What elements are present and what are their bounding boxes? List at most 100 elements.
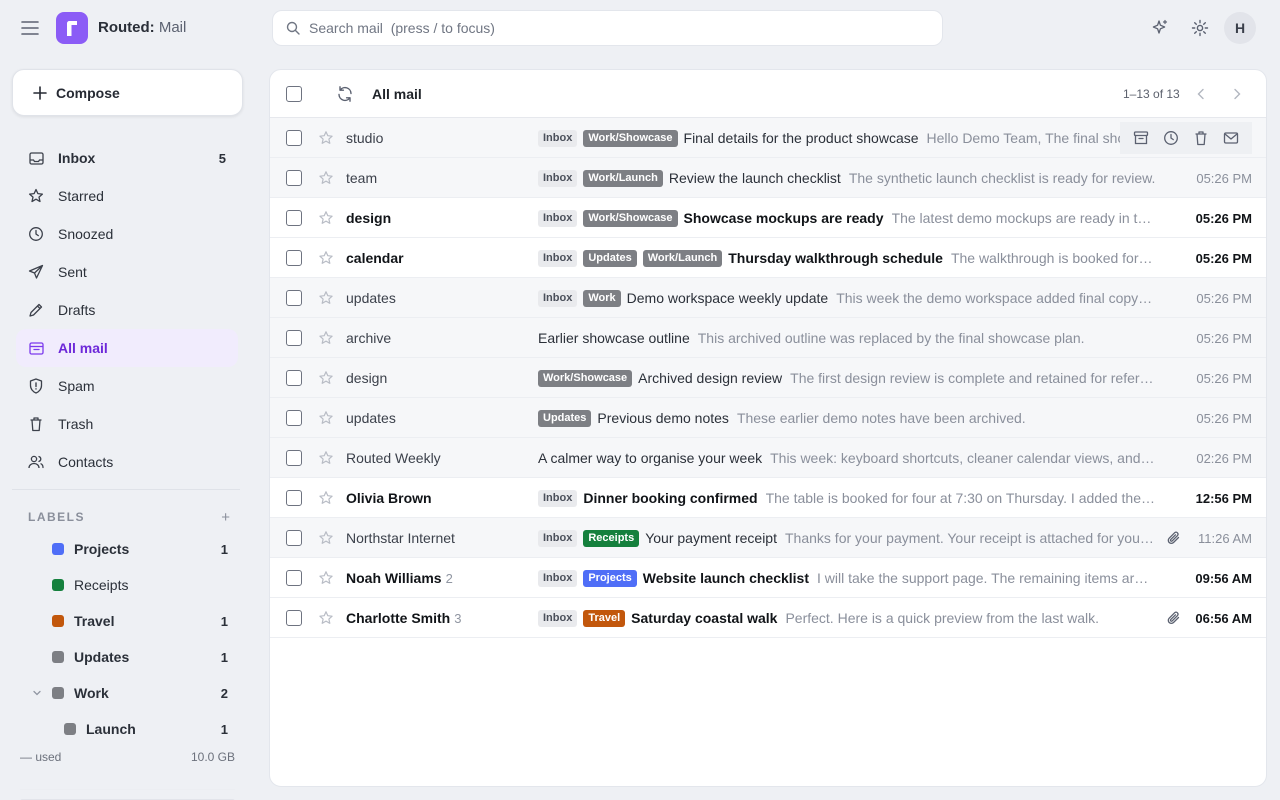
label-tag[interactable]: Inbox — [538, 609, 578, 627]
label-tag[interactable]: Receipts — [583, 529, 640, 547]
folder-title: All mail — [372, 86, 422, 102]
label-tag[interactable]: Inbox — [538, 569, 578, 587]
mail-row[interactable]: Charlotte Smith 3 Inbox Travel Saturday coas… — [270, 598, 1266, 638]
label-tag[interactable]: Updates — [583, 249, 637, 267]
add-label-button[interactable]: + — [221, 509, 230, 526]
chevron-down-icon[interactable] — [32, 688, 44, 698]
mail-row[interactable]: studio Inbox Work/Showcase Final details fo… — [270, 118, 1266, 158]
row-checkbox[interactable] — [286, 450, 302, 466]
label-tag[interactable]: Work — [583, 289, 621, 307]
sidebar-item-drafts[interactable]: Drafts — [16, 291, 238, 329]
menu-icon[interactable] — [18, 16, 42, 40]
search-input[interactable] — [309, 20, 909, 36]
label-item-launch[interactable]: Launch 1 — [64, 715, 228, 743]
label-tag[interactable]: Work/Launch — [583, 169, 663, 187]
label-name: Launch — [86, 721, 136, 737]
row-checkbox[interactable] — [286, 250, 302, 266]
mail-row[interactable]: Routed Weekly A calmer way to organise yo… — [270, 438, 1266, 478]
mail-row[interactable]: Olivia Brown Inbox Dinner booking confirme… — [270, 478, 1266, 518]
mail-row[interactable]: updates Updates Previous demo notes These e… — [270, 398, 1266, 438]
sparkle-icon[interactable] — [1148, 16, 1172, 40]
star-icon[interactable] — [318, 410, 334, 426]
star-icon[interactable] — [318, 610, 334, 626]
sidebar-item-contacts[interactable]: Contacts — [16, 443, 238, 481]
label-item-work[interactable]: Work 2 — [32, 679, 228, 707]
sidebar-item-inbox[interactable]: Inbox 5 — [16, 139, 238, 177]
row-checkbox[interactable] — [286, 530, 302, 546]
row-checkbox[interactable] — [286, 130, 302, 146]
trash-icon[interactable] — [1192, 129, 1210, 147]
app-logo[interactable] — [56, 12, 88, 44]
chevron-right-icon[interactable] — [1228, 85, 1246, 103]
row-checkbox[interactable] — [286, 170, 302, 186]
mark-unread-icon[interactable] — [1222, 129, 1240, 147]
sidebar-item-spam[interactable]: Spam — [16, 367, 238, 405]
sender-name: Northstar Internet — [346, 530, 455, 546]
label-item-travel[interactable]: Travel 1 — [52, 607, 228, 635]
star-icon[interactable] — [318, 130, 334, 146]
label-tag[interactable]: Travel — [583, 609, 626, 627]
mail-time: 12:56 PM — [1195, 491, 1252, 506]
snooze-icon[interactable] — [1162, 129, 1180, 147]
mail-row[interactable]: design Work/Showcase Archived design revie… — [270, 358, 1266, 398]
row-checkbox[interactable] — [286, 610, 302, 626]
label-tag[interactable]: Inbox — [538, 489, 578, 507]
mail-row[interactable]: design Inbox Work/Showcase Showcase mockups… — [270, 198, 1266, 238]
label-tag[interactable]: Inbox — [538, 289, 578, 307]
mail-snippet: Perfect. Here is a quick preview from th… — [785, 610, 1100, 626]
label-count: 1 — [220, 613, 228, 629]
sender-name: Olivia Brown — [346, 490, 432, 506]
mail-row[interactable]: updates Inbox Work Demo workspace weekly up… — [270, 278, 1266, 318]
mail-row[interactable]: Noah Williams 2 Inbox Projects Website launc… — [270, 558, 1266, 598]
label-tag[interactable]: Inbox — [538, 209, 578, 227]
label-item-projects[interactable]: Projects 1 — [52, 535, 228, 563]
label-tag[interactable]: Work/Showcase — [583, 209, 678, 227]
archive-icon[interactable] — [1132, 129, 1150, 147]
star-icon[interactable] — [318, 250, 334, 266]
star-icon[interactable] — [318, 450, 334, 466]
star-icon[interactable] — [318, 370, 334, 386]
label-tag[interactable]: Inbox — [538, 529, 578, 547]
sidebar-item-snoozed[interactable]: Snoozed — [16, 215, 238, 253]
label-item-receipts[interactable]: Receipts — [52, 571, 228, 599]
row-checkbox[interactable] — [286, 490, 302, 506]
mail-row[interactable]: calendar Inbox Updates Work/Launch Thursday … — [270, 238, 1266, 278]
mail-row[interactable]: Northstar Internet Inbox Receipts Your paym… — [270, 518, 1266, 558]
star-icon[interactable] — [318, 570, 334, 586]
mail-row[interactable]: archive Earlier showcase outline This arch… — [270, 318, 1266, 358]
mail-row[interactable]: team Inbox Work/Launch Review the launch ch… — [270, 158, 1266, 198]
label-tag[interactable]: Work/Showcase — [583, 129, 678, 147]
row-checkbox[interactable] — [286, 210, 302, 226]
avatar[interactable]: H — [1224, 12, 1256, 44]
label-tag[interactable]: Work/Launch — [642, 249, 723, 267]
row-checkbox[interactable] — [286, 290, 302, 306]
star-icon[interactable] — [318, 330, 334, 346]
star-icon[interactable] — [318, 170, 334, 186]
row-checkbox[interactable] — [286, 410, 302, 426]
refresh-icon[interactable] — [336, 85, 354, 103]
star-icon[interactable] — [318, 290, 334, 306]
label-tag[interactable]: Inbox — [538, 129, 578, 147]
sidebar-item-trash[interactable]: Trash — [16, 405, 238, 443]
label-tag[interactable]: Work/Showcase — [538, 369, 633, 387]
search-bar[interactable] — [272, 10, 943, 46]
sidebar-divider — [12, 489, 240, 490]
compose-button[interactable]: Compose — [12, 69, 243, 116]
label-tag[interactable]: Projects — [583, 569, 637, 587]
label-item-updates[interactable]: Updates 1 — [52, 643, 228, 671]
select-all-checkbox[interactable] — [286, 86, 302, 102]
star-icon[interactable] — [318, 530, 334, 546]
star-icon[interactable] — [318, 210, 334, 226]
star-icon[interactable] — [318, 490, 334, 506]
label-tag[interactable]: Inbox — [538, 169, 578, 187]
label-tag[interactable]: Updates — [538, 409, 592, 427]
label-tag[interactable]: Inbox — [538, 249, 578, 267]
gear-icon[interactable] — [1188, 16, 1212, 40]
sidebar-item-sent[interactable]: Sent — [16, 253, 238, 291]
row-checkbox[interactable] — [286, 330, 302, 346]
chevron-left-icon[interactable] — [1192, 85, 1210, 103]
sidebar-item-all-mail[interactable]: All mail — [16, 329, 238, 367]
sidebar-item-starred[interactable]: Starred — [16, 177, 238, 215]
row-checkbox[interactable] — [286, 370, 302, 386]
row-checkbox[interactable] — [286, 570, 302, 586]
